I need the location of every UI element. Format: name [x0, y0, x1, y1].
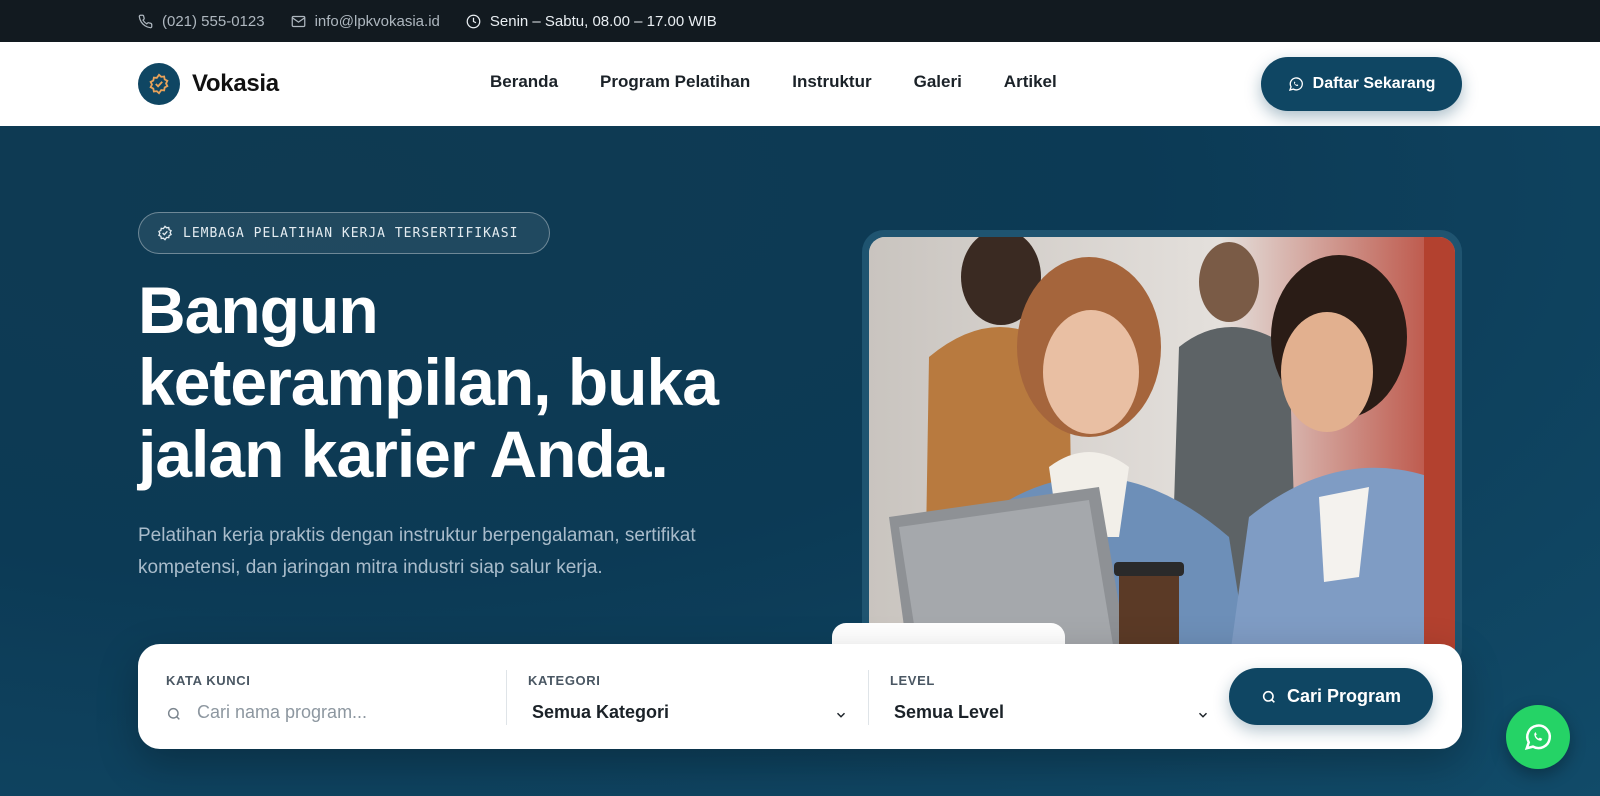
top-info-bar: (021) 555-0123 info@lpkvokasia.id Senin …: [0, 0, 1600, 42]
hero-headline: Bangun keterampilan, buka jalan karier A…: [138, 273, 719, 491]
chevron-down-icon: [836, 712, 846, 718]
keyword-field[interactable]: KATA KUNCI Cari nama program...: [166, 644, 486, 749]
category-value: Semua Kategori: [532, 702, 670, 722]
hero-photo-frame: [862, 230, 1462, 670]
nav-item-galeri[interactable]: Galeri: [914, 72, 962, 92]
hours-text: Senin – Sabtu, 08.00 – 17.00 WIB: [489, 12, 717, 30]
hero-photo: [869, 237, 1455, 663]
whatsapp-icon: [1524, 724, 1552, 751]
main-navbar: Vokasia Beranda Program Pelatihan Instru…: [0, 42, 1600, 126]
clock-icon: [466, 14, 481, 28]
category-select[interactable]: KATEGORI Semua Kategori: [528, 644, 858, 749]
keyword-label: KATA KUNCI: [166, 673, 251, 688]
hero-subtext: Pelatihan kerja praktis dengan instruktu…: [138, 525, 696, 578]
level-select[interactable]: LEVEL Semua Level: [890, 644, 1220, 749]
brand-logo[interactable]: Vokasia: [138, 63, 279, 105]
nav-item-instruktur[interactable]: Instruktur: [792, 72, 871, 92]
logo-badge-icon: [138, 63, 180, 105]
field-divider: [868, 670, 869, 725]
certification-badge: LEMBAGA PELATIHAN KERJA TERSERTIFIKASI: [138, 212, 550, 254]
whatsapp-icon: [1288, 77, 1303, 91]
search-icon: [167, 707, 180, 720]
nav-item-program-pelatihan[interactable]: Program Pelatihan: [600, 72, 750, 92]
phone-contact[interactable]: (021) 555-0123: [138, 13, 265, 30]
search-button-label: Cari Program: [1286, 686, 1402, 706]
register-button[interactable]: Daftar Sekarang: [1261, 57, 1462, 111]
search-icon: [1262, 690, 1275, 703]
office-hours: Senin – Sabtu, 08.00 – 17.00 WIB: [466, 13, 717, 30]
nav-menu: Beranda Program Pelatihan Instruktur Gal…: [490, 72, 1099, 92]
badge-text: LEMBAGA PELATIHAN KERJA TERSERTIFIKASI: [183, 225, 519, 241]
mail-icon: [291, 15, 305, 27]
field-divider: [506, 670, 507, 725]
register-button-label: Daftar Sekarang: [1312, 75, 1436, 92]
hero-section: LEMBAGA PELATIHAN KERJA TERSERTIFIKASI B…: [0, 126, 1600, 796]
brand-name: Vokasia: [192, 70, 279, 97]
email-text: info@lpkvokasia.id: [314, 12, 440, 30]
program-search-bar: KATA KUNCI Cari nama program... KATEGORI…: [138, 644, 1462, 749]
chevron-down-icon: [1198, 712, 1208, 718]
keyword-input[interactable]: Cari nama program...: [197, 702, 367, 723]
phone-icon: [138, 14, 153, 28]
category-label: KATEGORI: [528, 673, 601, 688]
level-label: LEVEL: [890, 673, 935, 688]
phone-text: (021) 555-0123: [162, 12, 265, 30]
search-program-button[interactable]: Cari Program: [1229, 668, 1433, 725]
email-contact[interactable]: info@lpkvokasia.id: [291, 13, 440, 30]
verified-badge-icon: [158, 225, 172, 241]
nav-item-artikel[interactable]: Artikel: [1004, 72, 1057, 92]
whatsapp-float-button[interactable]: [1506, 705, 1570, 769]
level-value: Semua Level: [894, 702, 1005, 722]
nav-item-beranda[interactable]: Beranda: [490, 72, 558, 92]
